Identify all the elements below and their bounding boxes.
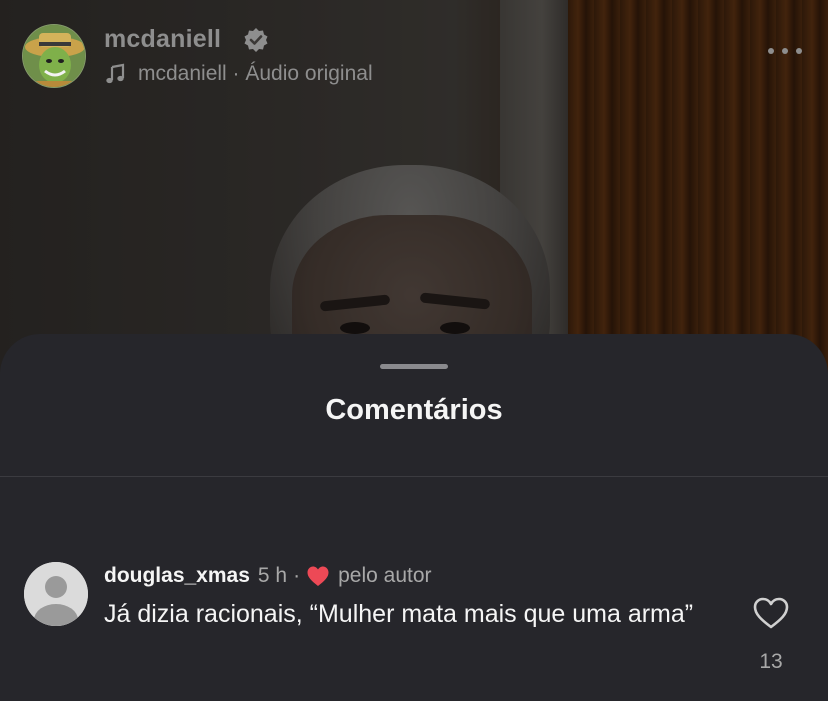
reel-comments-screen: mcdaniell mcdaniell · Áudio original Com… [0,0,828,701]
liked-by-author-label: pelo autor [338,564,432,587]
commenter-avatar[interactable] [24,562,88,626]
verified-badge-icon [244,28,268,52]
default-avatar-icon [24,562,88,626]
like-count: 13 [759,650,783,673]
meta-separator: · [293,564,301,587]
more-dot [782,48,788,54]
comments-sheet: Comentários douglas_xmas 5 h · pelo auto… [0,334,828,701]
more-options-icon[interactable] [768,44,802,58]
like-heart-icon[interactable] [752,596,790,630]
comment-time: 5 h [257,564,288,587]
comment-item: douglas_xmas 5 h · pelo autor Já dizia r… [0,558,828,678]
audio-label: mcdaniell · Áudio original [138,62,373,85]
sheet-divider [0,476,828,477]
author-username[interactable]: mcdaniell [104,25,221,54]
comment-text: Já dizia racionais, “Mulher mata mais qu… [104,600,694,628]
liked-by-author-heart-icon [307,566,329,586]
original-audio-link[interactable]: mcdaniell · Áudio original [104,62,373,86]
more-dot [768,48,774,54]
reel-header: mcdaniell mcdaniell · Áudio original [0,0,828,110]
author-avatar-image [23,25,85,87]
music-note-icon [106,63,125,84]
more-dot [796,48,802,54]
sheet-title: Comentários [325,394,503,426]
sheet-drag-handle[interactable] [380,364,448,369]
comment-meta: douglas_xmas 5 h · pelo autor [104,564,432,588]
commenter-username[interactable]: douglas_xmas [104,564,250,588]
author-avatar[interactable] [22,24,86,88]
